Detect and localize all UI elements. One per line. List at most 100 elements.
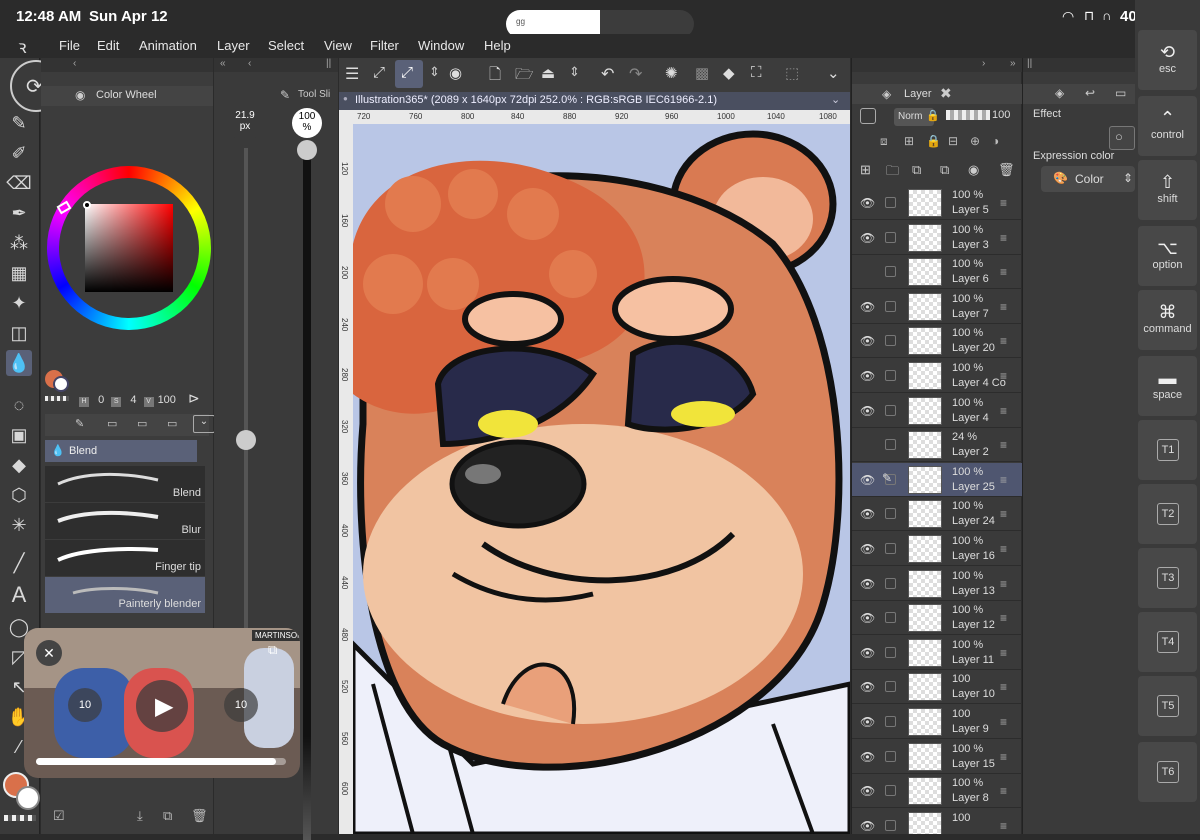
layer-mask-icon[interactable]: ◉ bbox=[968, 162, 979, 178]
key-t2[interactable]: T2 bbox=[1138, 484, 1197, 544]
close-icon[interactable]: ✕ bbox=[36, 640, 62, 666]
delete-layer-icon[interactable]: 🗑 bbox=[998, 162, 1015, 178]
color-wheel-tab-icon[interactable]: ◉ bbox=[75, 88, 85, 102]
layer-row[interactable]: 👁 100 % Layer 4 ≡ bbox=[852, 394, 1022, 428]
collapse-chevron-icon[interactable]: ‹ bbox=[73, 58, 76, 69]
key-t3[interactable]: T3 bbox=[1138, 548, 1197, 608]
menu-help[interactable]: Help bbox=[484, 38, 511, 53]
fill-bucket-icon[interactable]: ◆ bbox=[723, 64, 735, 82]
layer-thumbnail[interactable] bbox=[908, 777, 942, 806]
fill-tool-icon[interactable]: ◆ bbox=[6, 452, 32, 478]
gradient-tool-icon[interactable]: ▣ bbox=[6, 422, 32, 448]
subtool-tab-icon-4[interactable]: ▭ bbox=[167, 417, 177, 430]
brush-item-blend[interactable]: Blend bbox=[45, 466, 205, 502]
mini-transparent-swatch[interactable] bbox=[45, 396, 69, 401]
layer-checkbox[interactable] bbox=[885, 335, 896, 347]
visibility-eye-icon[interactable]: 👁 bbox=[860, 819, 875, 833]
trash-icon[interactable]: 🗑 bbox=[191, 808, 208, 824]
layer-row[interactable]: 👁 100 Layer 10 ≡ bbox=[852, 670, 1022, 705]
mini-sub-color[interactable] bbox=[53, 376, 69, 392]
chevron-down-icon[interactable]: ⌄ bbox=[827, 64, 840, 82]
visibility-eye-icon[interactable]: 👁 bbox=[860, 231, 875, 245]
new-layer-icon[interactable]: ⊞ bbox=[860, 162, 871, 178]
collapse-double-chevron-icon[interactable]: » bbox=[1010, 58, 1016, 69]
pip-video-player[interactable]: MARTINSON ✕ ⧉ 10 ▶ 10 bbox=[24, 628, 300, 778]
deselect-icon[interactable]: ⬚ bbox=[785, 64, 799, 82]
layer-thumbnail[interactable] bbox=[908, 292, 942, 321]
layer-thumbnail[interactable] bbox=[908, 396, 942, 425]
key-space[interactable]: ▬ space bbox=[1138, 356, 1197, 416]
menu-select[interactable]: Select bbox=[268, 38, 304, 53]
brush-item-painterly-blender[interactable]: Painterly blender bbox=[45, 577, 205, 613]
expression-color-select[interactable]: 🎨 Color ⇕ bbox=[1041, 166, 1135, 192]
layer-row[interactable]: 👁 100 % Layer 8 ≡ bbox=[852, 774, 1022, 809]
layer-thumbnail[interactable] bbox=[908, 535, 942, 563]
airbrush-tool-icon[interactable]: ⁂ bbox=[6, 230, 32, 256]
layer-row[interactable]: 👁 100 % Layer 24 ≡ bbox=[852, 497, 1022, 532]
loading-icon[interactable]: ✺ bbox=[665, 64, 678, 82]
record-icon[interactable]: ◉ bbox=[449, 64, 462, 82]
layer-row[interactable]: 👁 100 % Layer 4 Co ≡ bbox=[852, 359, 1022, 393]
layer-row[interactable]: 👁 100 % Layer 15 ≡ bbox=[852, 740, 1022, 774]
layer-menu-icon[interactable]: ≡ bbox=[1000, 715, 1007, 729]
layer-checkbox[interactable] bbox=[885, 300, 896, 312]
layer-row[interactable]: 👁 100 % Layer 16 ≡ bbox=[852, 532, 1022, 566]
visibility-eye-icon[interactable]: 👁 bbox=[860, 334, 875, 348]
subtool-group[interactable]: 💧 Blend bbox=[45, 440, 197, 462]
property-tab-icon[interactable]: ◈ bbox=[1055, 86, 1064, 100]
pip-restore-icon[interactable]: ⧉ bbox=[268, 642, 277, 658]
menu-view[interactable]: View bbox=[324, 38, 352, 53]
layer-thumbnail[interactable] bbox=[908, 189, 942, 217]
lock-transparent-icon[interactable]: 🔒 bbox=[926, 134, 941, 148]
layer-row[interactable]: 100 % Layer 6 ≡ bbox=[852, 255, 1022, 290]
scale-icon[interactable]: ⤢ bbox=[373, 64, 385, 81]
layer-thumbnail[interactable] bbox=[908, 327, 942, 356]
menu-animation[interactable]: Animation bbox=[139, 38, 197, 53]
settings-icon[interactable]: ☑ bbox=[53, 808, 65, 824]
layer-checkbox[interactable] bbox=[885, 750, 896, 762]
visibility-eye-icon[interactable]: 👁 bbox=[860, 542, 875, 556]
layer-row[interactable]: 👁 100 Layer 9 ≡ bbox=[852, 705, 1022, 739]
mask-icon[interactable]: ◑ bbox=[992, 134, 999, 148]
grid-tool-icon[interactable]: ▦ bbox=[6, 260, 32, 286]
transform-icon[interactable]: ⛶ bbox=[751, 64, 762, 81]
color-settings-icon[interactable]: ⊳ bbox=[188, 390, 200, 407]
sparkle-tool-icon[interactable]: ✦ bbox=[6, 290, 32, 316]
layer-menu-icon[interactable]: ≡ bbox=[1000, 300, 1007, 314]
layer-checkbox[interactable] bbox=[885, 231, 896, 243]
new-folder-icon[interactable]: 🗀 bbox=[886, 162, 899, 184]
layer-row[interactable]: 24 % Layer 2 ≡ bbox=[852, 428, 1022, 463]
redo-icon[interactable]: ↷ bbox=[629, 64, 642, 84]
layer-tab-title[interactable]: Layer bbox=[904, 88, 932, 100]
lock-layer-icon[interactable]: ⊟ bbox=[948, 134, 958, 148]
save-icon[interactable]: ⏏ bbox=[541, 64, 555, 82]
layer-thumbnail[interactable] bbox=[908, 465, 942, 494]
visibility-eye-icon[interactable]: 👁 bbox=[860, 473, 875, 487]
eraser-tool-icon[interactable]: ⌫ bbox=[6, 170, 32, 196]
visibility-eye-icon[interactable]: 👁 bbox=[860, 404, 875, 418]
layer-checkbox[interactable] bbox=[885, 404, 896, 416]
layer-menu-icon[interactable]: ≡ bbox=[1000, 369, 1007, 383]
key-t4[interactable]: T4 bbox=[1138, 612, 1197, 672]
hamburger-icon[interactable]: ☰ bbox=[345, 64, 359, 84]
visibility-eye-icon[interactable]: 👁 bbox=[860, 646, 875, 660]
close-icon[interactable]: ✖ bbox=[940, 85, 952, 102]
menu-filter[interactable]: Filter bbox=[370, 38, 399, 53]
layer-menu-icon[interactable]: ≡ bbox=[1000, 334, 1007, 348]
layer-thumbnail[interactable] bbox=[908, 638, 942, 667]
layer-menu-icon[interactable]: ≡ bbox=[1000, 542, 1007, 556]
chevron-right-icon[interactable]: › bbox=[982, 58, 985, 69]
visibility-eye-icon[interactable]: 👁 bbox=[860, 577, 875, 591]
layer-opacity-bar[interactable] bbox=[946, 110, 990, 120]
draft-icon[interactable]: ⊕ bbox=[970, 134, 980, 148]
saturation-value-square[interactable] bbox=[85, 204, 173, 292]
layer-checkbox[interactable] bbox=[885, 612, 896, 624]
merge-down-icon[interactable]: ⧉ bbox=[912, 162, 921, 178]
text-tool-icon[interactable]: A bbox=[6, 582, 32, 608]
hue-ring[interactable] bbox=[47, 166, 211, 330]
layer-checkbox[interactable] bbox=[885, 785, 896, 797]
lock-icon[interactable]: 🔒 bbox=[926, 109, 940, 122]
menu-window[interactable]: Window bbox=[418, 38, 464, 53]
menu-layer[interactable]: Layer bbox=[217, 38, 250, 53]
visibility-eye-icon[interactable]: 👁 bbox=[860, 196, 875, 210]
